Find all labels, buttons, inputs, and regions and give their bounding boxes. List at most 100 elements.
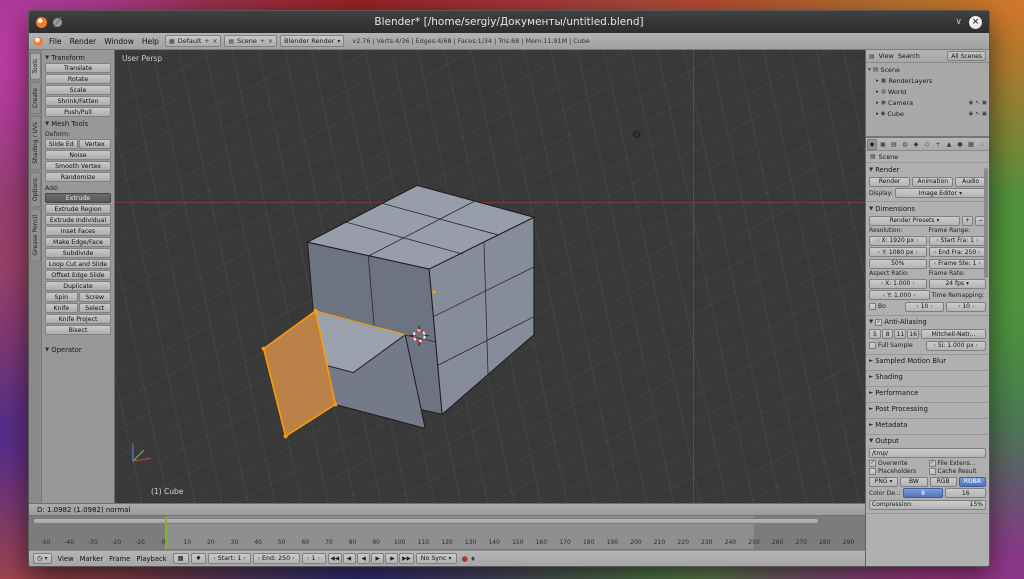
window-shade-icon[interactable]: ∨	[955, 18, 962, 27]
outliner-item-world[interactable]: ▸ ◍ World	[868, 86, 987, 97]
jump-to-start-button[interactable]: ◀◀	[328, 553, 343, 564]
aa-samples-button[interactable]: 8	[882, 329, 894, 339]
prev-keyframe-button[interactable]: ◀·	[343, 553, 356, 564]
render-engine-selector[interactable]: Blender Render ▾	[280, 35, 344, 47]
render-button[interactable]: Render	[869, 177, 910, 187]
panel-header-render[interactable]: ▼ Render	[869, 164, 986, 175]
panel-header-metadata[interactable]: ► Metadata	[869, 420, 986, 431]
panel-header-shading[interactable]: ► Shading	[869, 372, 986, 383]
properties-tab-material-icon[interactable]: ●	[955, 139, 965, 150]
toolshelf-tab[interactable]: Options	[30, 172, 41, 207]
knife-button[interactable]: Knife	[45, 303, 78, 313]
pin-icon[interactable]	[53, 18, 62, 27]
menubar-item[interactable]: Window	[101, 37, 137, 46]
tool-button[interactable]: Knife Project	[45, 314, 111, 324]
toolshelf-tab[interactable]: Tools	[30, 53, 41, 80]
render-toggle-icon[interactable]: ▣	[982, 111, 987, 117]
channels-bw-button[interactable]: BW	[900, 477, 927, 487]
timeline-editor-type-button[interactable]: ◷ ▾	[33, 553, 52, 564]
auto-key-icon[interactable]: ♦	[470, 555, 476, 563]
tool-button[interactable]: Scale	[45, 85, 111, 95]
tool-button[interactable]: Make Edge/Face	[45, 237, 111, 247]
viewport-3d[interactable]: User Persp (1) Cube	[115, 50, 865, 503]
expand-icon[interactable]: ▸	[876, 111, 879, 117]
panel-header-anti-aliasing[interactable]: ▼ ✓ Anti-Aliasing	[869, 317, 986, 328]
display-dropdown[interactable]: Image Editor ▾	[895, 188, 986, 198]
tool-button[interactable]: Translate	[45, 63, 111, 73]
current-frame-field[interactable]: 1	[302, 553, 326, 564]
expand-icon[interactable]: ▾	[868, 67, 871, 73]
color-depth-16-button[interactable]: 16	[945, 488, 986, 498]
outliner-display-mode-dropdown[interactable]: All Scenes	[947, 51, 986, 61]
viewport-scene[interactable]	[115, 50, 865, 503]
play-button[interactable]: ▶	[371, 553, 384, 564]
tool-button[interactable]: Extrude Region	[45, 204, 111, 214]
properties-tab-world-icon[interactable]: ◍	[900, 139, 910, 150]
tool-button[interactable]: Rotate	[45, 74, 111, 84]
tool-button[interactable]: Shrink/Fatten	[45, 96, 111, 106]
screw-button[interactable]: Screw	[79, 292, 112, 302]
frame-step-field[interactable]: Frame Ste: 1	[929, 259, 987, 269]
app-menu-icon[interactable]	[34, 37, 43, 46]
outliner-item-cube[interactable]: ▸ ◆ Cube ◉ ↖ ▣	[868, 108, 987, 119]
frame-start-field[interactable]: Start: 1	[208, 553, 250, 564]
properties-tab-texture-icon[interactable]: ▦	[966, 139, 976, 150]
expand-icon[interactable]: ▸	[876, 100, 879, 106]
timeline-menu-item[interactable]: Marker	[80, 555, 104, 563]
tool-button[interactable]: Push/Pull	[45, 107, 111, 117]
properties-tab-data-icon[interactable]: ▲	[944, 139, 954, 150]
file-extensions-checkbox[interactable]: ✓	[929, 460, 936, 467]
scene-browse-icon[interactable]: ▤	[228, 38, 234, 45]
tool-button[interactable]: Randomize	[45, 172, 111, 182]
resolution-y-field[interactable]: Y: 1080 px	[869, 247, 927, 257]
audio-button[interactable]: Audio	[955, 177, 986, 187]
preset-add-button[interactable]: +	[962, 216, 973, 226]
next-keyframe-button[interactable]: ·▶	[385, 553, 398, 564]
panel-header-transform[interactable]: ▼ Transform	[45, 52, 111, 63]
tool-button[interactable]: Loop Cut and Slide	[45, 259, 111, 269]
timeline-ruler[interactable]: -50-40-30-20-100102030405060708090100110…	[29, 516, 865, 550]
timeline-menu-item[interactable]: View	[58, 555, 74, 563]
remap-new-field[interactable]: 10	[946, 302, 986, 312]
outliner-view-menu[interactable]: View	[879, 52, 894, 60]
selectability-arrow-icon[interactable]: ↖	[975, 100, 980, 106]
end-frame-field[interactable]: End Fra: 250	[929, 247, 987, 257]
render-presets-dropdown[interactable]: Render Presets ▾	[869, 216, 960, 226]
keying-set-button[interactable]: ♦	[191, 553, 207, 564]
properties-tab-constraints-icon[interactable]: ◇	[922, 139, 932, 150]
tool-button[interactable]: Inset Faces	[45, 226, 111, 236]
aa-samples-button[interactable]: 11	[894, 329, 906, 339]
file-format-dropdown[interactable]: PNG ▾	[869, 477, 898, 487]
expand-icon[interactable]: ▸	[876, 78, 879, 84]
panel-header-dimensions[interactable]: ▼ Dimensions	[869, 203, 986, 214]
channels-rgb-button[interactable]: RGB	[930, 477, 957, 487]
scene-add-button[interactable]: +	[260, 38, 265, 45]
tool-button[interactable]: Offset Edge Slide	[45, 270, 111, 280]
properties-tab-render-icon[interactable]: ◉	[867, 139, 877, 150]
outliner-item-renderlayers[interactable]: ▸ ▣ RenderLayers	[868, 75, 987, 86]
titlebar[interactable]: Blender* [/home/sergiy/Документы/untitle…	[29, 11, 989, 33]
aa-filter-dropdown[interactable]: Mitchell-Netr...	[921, 329, 986, 339]
play-reverse-button[interactable]: ◀	[357, 553, 370, 564]
overwrite-checkbox[interactable]: ✓	[869, 460, 876, 467]
panel-header-output[interactable]: ▼ Output	[869, 436, 986, 447]
layout-add-button[interactable]: +	[204, 38, 209, 45]
layout-delete-button[interactable]: ×	[212, 38, 217, 45]
scene-delete-button[interactable]: ×	[268, 38, 273, 45]
selectability-arrow-icon[interactable]: ↖	[975, 111, 980, 117]
cache-result-checkbox[interactable]	[929, 468, 936, 475]
engine-name[interactable]: Blender Render	[284, 37, 334, 45]
knife-select-button[interactable]: Select	[79, 303, 112, 313]
outliner-item-scene[interactable]: ▾ ▤ Scene	[868, 64, 987, 75]
start-frame-field[interactable]: Start Fra: 1	[929, 236, 987, 246]
scene-selector[interactable]: ▤ Scene + ×	[224, 35, 277, 47]
properties-scrollbar[interactable]	[984, 168, 988, 278]
spin-button[interactable]: Spin	[45, 292, 78, 302]
placeholders-checkbox[interactable]	[869, 468, 876, 475]
close-button[interactable]: ×	[969, 16, 982, 29]
full-sample-checkbox[interactable]	[869, 342, 876, 349]
aa-samples-button[interactable]: 16	[907, 329, 919, 339]
timeline-menu-item[interactable]: Frame	[109, 555, 130, 563]
scene-name[interactable]: Scene	[237, 37, 257, 45]
panel-header-performance[interactable]: ► Performance	[869, 388, 986, 399]
